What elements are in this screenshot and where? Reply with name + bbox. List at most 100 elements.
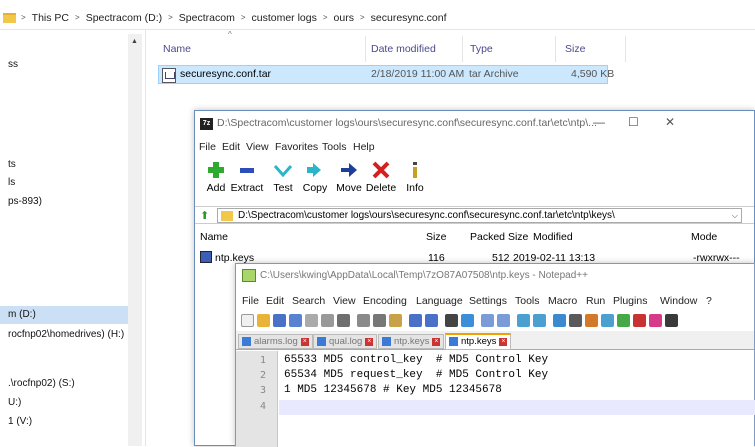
zoom-in-icon[interactable] (481, 314, 494, 327)
nav-item[interactable]: rocfnp02\homedrives) (H:) (0, 326, 142, 344)
tab-alarms-log[interactable]: alarms.log × (238, 334, 313, 349)
menu-help[interactable]: ? (706, 295, 712, 307)
menu-favorites[interactable]: Favorites (275, 141, 318, 153)
nav-item[interactable]: ts (0, 156, 142, 174)
tab-close-icon[interactable]: × (432, 338, 441, 346)
sync-vertical-icon[interactable] (517, 314, 530, 327)
menu-file[interactable]: File (242, 295, 259, 307)
menu-macro[interactable]: Macro (548, 295, 577, 307)
breadcrumb-spectracom[interactable]: Spectracom (179, 12, 235, 24)
column-divider[interactable] (365, 36, 366, 62)
nav-scrollbar[interactable]: ▲ (128, 34, 142, 446)
nav-item[interactable]: 1 (V:) (0, 413, 142, 431)
undo-icon[interactable] (409, 314, 422, 327)
copy-icon[interactable] (373, 314, 386, 327)
tab-qual-log[interactable]: qual.log × (313, 334, 378, 349)
pane-divider[interactable] (145, 30, 146, 446)
cut-icon[interactable] (357, 314, 370, 327)
function-list-icon[interactable] (617, 314, 630, 327)
nav-item-selected-drive[interactable]: m (D:) (0, 306, 142, 324)
delete-button[interactable]: Delete (363, 161, 399, 201)
print-icon[interactable] (337, 314, 350, 327)
maximize-icon[interactable]: ☐ (628, 115, 639, 129)
menu-plugins[interactable]: Plugins (613, 295, 647, 307)
breadcrumb-customer-logs[interactable]: customer logs (252, 12, 317, 24)
info-button[interactable]: Info (397, 161, 433, 201)
nav-item[interactable]: ss (0, 56, 142, 74)
column-header-type[interactable]: Type (470, 40, 493, 58)
sevenzip-titlebar[interactable]: 7z D:\Spectracom\customer logs\ours\secu… (195, 111, 754, 137)
save-icon[interactable] (273, 314, 286, 327)
nav-item[interactable]: ls (0, 174, 142, 192)
menu-settings[interactable]: Settings (469, 295, 507, 307)
chevron-down-icon[interactable]: ⌵ (732, 209, 738, 222)
word-wrap-icon[interactable] (553, 314, 566, 327)
menu-search[interactable]: Search (292, 295, 325, 307)
breadcrumb-this-pc[interactable]: This PC (32, 12, 69, 24)
column-divider[interactable] (555, 36, 556, 62)
save-all-icon[interactable] (289, 314, 302, 327)
column-header-size[interactable]: Size (565, 40, 585, 58)
doc-map-icon[interactable] (601, 314, 614, 327)
nav-item[interactable]: .\rocfnp02) (S:) (0, 375, 142, 393)
column-header-size[interactable]: Size (426, 231, 446, 243)
indent-guide-icon[interactable] (585, 314, 598, 327)
text-editor[interactable]: 1 2 3 4 65533 MD5 control_key # MD5 Cont… (236, 351, 755, 447)
column-header-mode[interactable]: Mode (691, 231, 717, 243)
move-button[interactable]: Move (331, 161, 367, 201)
up-folder-icon[interactable]: ⬆ (200, 209, 210, 222)
menu-tools[interactable]: Tools (322, 141, 347, 153)
find-icon[interactable] (445, 314, 458, 327)
record-macro-icon[interactable] (633, 314, 646, 327)
menu-edit[interactable]: Edit (266, 295, 284, 307)
play-macro-icon[interactable] (665, 314, 678, 327)
address-bar[interactable]: > This PC > Spectracom (D:) > Spectracom… (0, 6, 755, 30)
column-divider[interactable] (462, 36, 463, 62)
redo-icon[interactable] (425, 314, 438, 327)
column-header-name[interactable]: Name (163, 40, 191, 58)
menu-language[interactable]: Language (416, 295, 463, 307)
menu-edit[interactable]: Edit (222, 141, 240, 153)
breadcrumb-securesync-conf[interactable]: securesync.conf (371, 12, 447, 24)
menu-help[interactable]: Help (353, 141, 375, 153)
menu-view[interactable]: View (246, 141, 269, 153)
code-line[interactable]: 1 MD5 12345678 # Key MD5 12345678 (284, 384, 502, 396)
breadcrumb-drive[interactable]: Spectracom (D:) (86, 12, 162, 24)
extract-button[interactable]: Extract (229, 161, 265, 201)
notepadpp-titlebar[interactable]: C:\Users\kwing\AppData\Local\Temp\7zO87A… (236, 264, 754, 288)
tab-ntp-keys[interactable]: ntp.keys × (378, 334, 445, 349)
column-header-packed-size[interactable]: Packed Size (470, 231, 528, 243)
replace-icon[interactable] (461, 314, 474, 327)
menu-view[interactable]: View (333, 295, 356, 307)
path-field[interactable]: D:\Spectracom\customer logs\ours\secures… (217, 208, 742, 223)
close-icon[interactable]: ✕ (665, 115, 675, 129)
close-file-icon[interactable] (305, 314, 318, 327)
new-file-icon[interactable] (241, 314, 254, 327)
scroll-up-icon[interactable]: ▲ (131, 38, 138, 45)
tab-close-icon[interactable]: × (499, 338, 508, 346)
tab-ntp-keys-active[interactable]: ntp.keys × (445, 333, 512, 350)
code-line[interactable]: 65534 MD5 request_key # MD5 Control Key (284, 369, 548, 381)
menu-file[interactable]: File (199, 141, 216, 153)
menu-encoding[interactable]: Encoding (363, 295, 407, 307)
breadcrumb-ours[interactable]: ours (334, 12, 354, 24)
menu-run[interactable]: Run (586, 295, 605, 307)
open-folder-icon[interactable] (257, 314, 270, 327)
zoom-out-icon[interactable] (497, 314, 510, 327)
menu-window[interactable]: Window (660, 295, 697, 307)
sync-horizontal-icon[interactable] (533, 314, 546, 327)
tab-close-icon[interactable]: × (365, 338, 374, 346)
column-divider[interactable] (625, 36, 626, 62)
column-header-date[interactable]: Date modified (371, 40, 436, 58)
code-line[interactable]: 65533 MD5 control_key # MD5 Control Key (284, 354, 548, 366)
test-button[interactable]: Test (265, 161, 301, 201)
show-all-chars-icon[interactable] (569, 314, 582, 327)
copy-button[interactable]: Copy (297, 161, 333, 201)
column-header-modified[interactable]: Modified (533, 231, 573, 243)
file-row-selected[interactable]: securesync.conf.tar 2/18/2019 11:00 AM t… (158, 65, 614, 84)
paste-icon[interactable] (389, 314, 402, 327)
menu-tools[interactable]: Tools (515, 295, 540, 307)
nav-item[interactable]: U:) (0, 394, 142, 412)
column-header-name[interactable]: Name (200, 231, 228, 243)
close-all-icon[interactable] (321, 314, 334, 327)
